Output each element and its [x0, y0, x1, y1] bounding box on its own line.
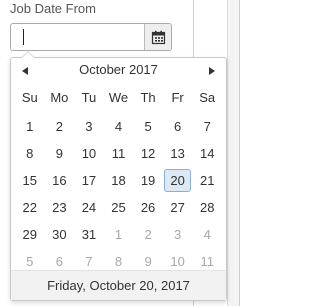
weekday-label: Mo	[50, 90, 69, 105]
day-cell[interactable]: 1	[15, 113, 45, 140]
day-cell[interactable]: 1	[104, 221, 134, 248]
day-cell[interactable]: 25	[104, 194, 134, 221]
day-cell[interactable]: 31	[74, 221, 104, 248]
day-cell[interactable]: 12	[133, 140, 163, 167]
text-cursor	[23, 29, 24, 45]
calendar-icon	[151, 30, 165, 44]
day-cell[interactable]: 21	[192, 167, 222, 194]
day-grid: 1 2 3 4 5 6 7 8 9 10 11 12 13 14 15 16 17 18 19 20 21 22 23 24 2…	[15, 113, 222, 275]
day-cell[interactable]: 17	[74, 167, 104, 194]
day-cell[interactable]: 24	[74, 194, 104, 221]
day-cell[interactable]: 23	[45, 194, 75, 221]
day-cell[interactable]: 15	[15, 167, 45, 194]
day-cell[interactable]: 11	[104, 140, 134, 167]
day-cell[interactable]: 5	[133, 113, 163, 140]
panel-edge	[239, 0, 240, 306]
day-cell[interactable]: 2	[133, 221, 163, 248]
datepicker-header: October 2017	[11, 58, 226, 84]
day-cell[interactable]: 13	[163, 140, 193, 167]
day-cell[interactable]: 29	[15, 221, 45, 248]
day-cell[interactable]: 16	[45, 167, 75, 194]
day-cell[interactable]: 26	[133, 194, 163, 221]
day-cell[interactable]: 18	[104, 167, 134, 194]
day-cell[interactable]: 10	[74, 140, 104, 167]
datepicker-popup: October 2017 Su Mo Tu We Th Fr Sa 123456…	[10, 51, 227, 301]
job-date-from-field[interactable]	[10, 23, 172, 51]
day-cell[interactable]: 4	[104, 113, 134, 140]
weekday-label: Sa	[199, 90, 216, 105]
selected-date-footer[interactable]: Friday, October 20, 2017	[11, 270, 226, 300]
day-cell[interactable]: 28	[192, 194, 222, 221]
day-cell[interactable]: 9	[45, 140, 75, 167]
job-date-from-label: Job Date From	[10, 1, 96, 16]
weekday-label: Su	[21, 90, 38, 105]
day-cell[interactable]: 3	[163, 221, 193, 248]
day-cell[interactable]: 30	[45, 221, 75, 248]
weekday-label: Fr	[171, 90, 184, 105]
weekday-label: We	[108, 90, 129, 105]
day-cell[interactable]: 2	[45, 113, 75, 140]
month-title: October 2017	[79, 62, 158, 77]
day-cell[interactable]: 3	[74, 113, 104, 140]
day-cell[interactable]: 19	[133, 167, 163, 194]
day-cell-selected[interactable]: 20	[163, 169, 192, 192]
weekday-label: Th	[140, 90, 156, 105]
day-cell[interactable]: 4	[192, 221, 222, 248]
weekday-label: Tu	[81, 90, 97, 105]
day-cell[interactable]: 22	[15, 194, 45, 221]
day-cell[interactable]: 27	[163, 194, 193, 221]
day-cell[interactable]: 14	[192, 140, 222, 167]
day-cell[interactable]: 8	[15, 140, 45, 167]
next-month-button[interactable]	[205, 64, 219, 78]
triangle-right-icon	[209, 67, 215, 75]
calendar-toggle-button[interactable]	[144, 24, 171, 50]
day-cell[interactable]: 7	[192, 113, 222, 140]
weekday-header-row: Su Mo Tu We Th Fr Sa	[15, 90, 222, 106]
day-cell[interactable]: 6	[163, 113, 193, 140]
job-date-from-input[interactable]	[11, 24, 144, 50]
